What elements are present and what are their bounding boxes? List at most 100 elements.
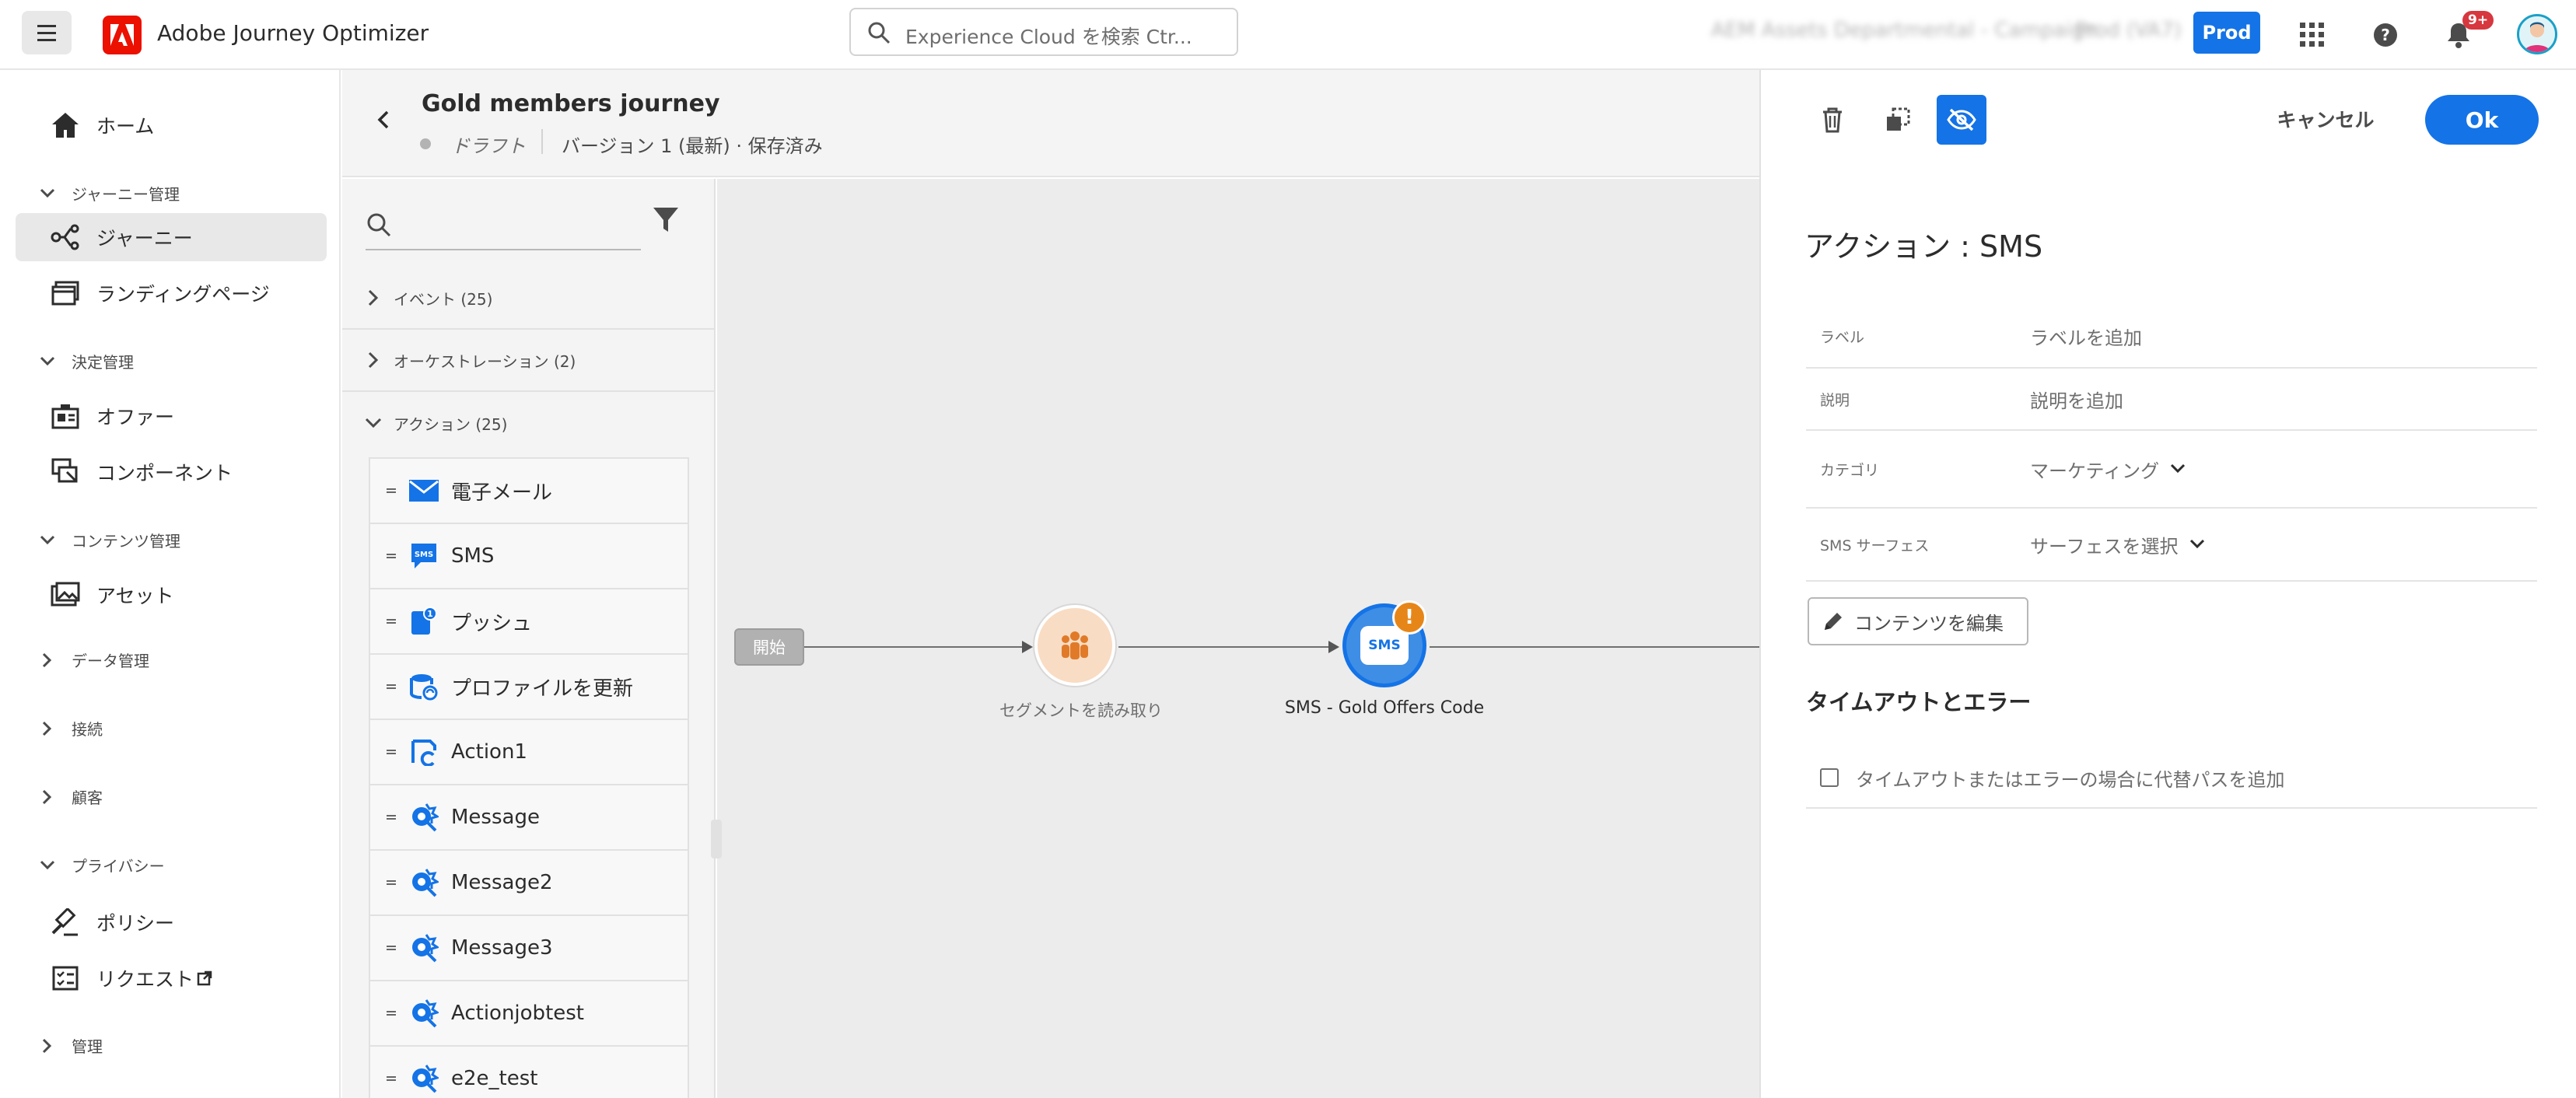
field-value[interactable]: サーフェスを選択 [2030, 531, 2205, 558]
journey-title[interactable]: Gold members journey [422, 90, 720, 117]
external-link-icon [197, 970, 212, 986]
nav-landing-pages[interactable]: ランディングページ [16, 269, 327, 317]
action-list: 電子メール SMS SMS 1 プッシュ プロファイルを更新 Action1 M… [369, 457, 689, 1098]
action-item[interactable]: 1 プッシュ [370, 589, 688, 655]
env-button[interactable]: Prod [2193, 12, 2260, 54]
offer-icon [48, 399, 82, 433]
duplicate-button[interactable] [1873, 95, 1923, 145]
nav-group-content[interactable]: コンテンツ管理 [37, 529, 180, 551]
journey-icon [48, 220, 82, 254]
field-key: ラベル [1820, 328, 1865, 346]
update-profile-icon [408, 670, 440, 703]
hide-toggle-button[interactable] [1937, 95, 1986, 145]
drag-handle-icon[interactable] [386, 945, 397, 951]
search-placeholder: Experience Cloud を検索 Ctr... [905, 26, 1192, 48]
drag-handle-icon[interactable] [386, 879, 397, 886]
nav-group-customers[interactable]: 顧客 [37, 785, 103, 808]
label-field[interactable]: ラベル ラベルを追加 [1806, 305, 2537, 369]
action-item[interactable]: Action1 [370, 720, 688, 785]
field-value[interactable]: ラベルを追加 [2030, 323, 2142, 350]
description-field[interactable]: 説明 説明を追加 [1806, 369, 2537, 431]
nav-offers[interactable]: オファー [16, 392, 327, 440]
action-item[interactable]: Message [370, 785, 688, 851]
palette-section-orchestration[interactable]: オーケストレーション (2) [342, 330, 714, 392]
journey-canvas[interactable] [717, 179, 1759, 1098]
category-value: マーケティング [2030, 460, 2160, 482]
drag-handle-icon[interactable] [386, 488, 397, 494]
nav-group-decision-label: 決定管理 [72, 353, 134, 372]
action-item[interactable]: SMS SMS [370, 524, 688, 589]
nav-components[interactable]: コンポーネント [16, 448, 327, 496]
action-item[interactable]: e2e_test [370, 1047, 688, 1098]
nav-group-decision[interactable]: 決定管理 [37, 350, 134, 372]
timeout-checkbox[interactable] [1820, 768, 1839, 787]
field-key: 説明 [1820, 391, 1850, 409]
palette-section-actions[interactable]: アクション (25) [342, 392, 714, 454]
drag-handle-icon[interactable] [386, 1075, 397, 1082]
nav-assets[interactable]: アセット [16, 571, 327, 619]
filter-icon[interactable] [652, 205, 680, 238]
nav-policies[interactable]: ポリシー [16, 898, 327, 946]
drag-handle-icon[interactable] [386, 553, 397, 559]
search-icon [367, 213, 391, 237]
apps-grid-icon[interactable] [2293, 16, 2332, 54]
nav-home-label: ホーム [96, 115, 155, 138]
action-item[interactable]: Message2 [370, 851, 688, 916]
nav-home[interactable]: ホーム [16, 101, 327, 149]
field-value[interactable]: マーケティング [2030, 456, 2186, 483]
warning-icon[interactable]: ! [1392, 600, 1426, 635]
nav-group-admin[interactable]: 管理 [37, 1034, 103, 1057]
message-icon [408, 997, 440, 1030]
adobe-logo-icon[interactable] [103, 16, 142, 54]
drag-handle-icon[interactable] [386, 618, 397, 624]
nav-group-journey[interactable]: ジャーニー管理 [37, 182, 180, 205]
nav-group-connections[interactable]: 接続 [37, 717, 103, 740]
nav-policies-label: ポリシー [96, 912, 175, 935]
drag-handle-icon[interactable] [386, 1010, 397, 1016]
palette-search-input[interactable] [366, 201, 641, 250]
timeout-checkbox-label[interactable]: タイムアウトまたはエラーの場合に代替パスを追加 [1856, 764, 2285, 792]
chevron-right-icon [364, 288, 383, 307]
visibility-off-icon [1947, 108, 1976, 131]
action-label: Message2 [451, 871, 553, 894]
org-name[interactable]: AEM Assets Departmental - Campaign [1711, 19, 2097, 42]
nav-group-privacy[interactable]: プライバシー [37, 854, 165, 876]
nav-journeys[interactable]: ジャーニー [16, 213, 327, 261]
action-label: Action1 [451, 740, 527, 764]
ok-button[interactable]: Ok [2425, 95, 2539, 145]
drag-handle-icon[interactable] [386, 684, 397, 690]
action-item[interactable]: プロファイルを更新 [370, 655, 688, 720]
help-icon[interactable]: ? [2366, 16, 2405, 54]
delete-button[interactable] [1808, 95, 1857, 145]
drag-handle-icon[interactable] [386, 814, 397, 820]
start-node[interactable]: 開始 [734, 628, 804, 666]
action-item[interactable]: 電子メール [370, 459, 688, 524]
nav-group-data[interactable]: データ管理 [37, 649, 149, 671]
timeout-alt-path-row[interactable]: タイムアウトまたはエラーの場合に代替パスを追加 [1806, 748, 2537, 809]
global-search-input[interactable]: Experience Cloud を検索 Ctr... [849, 8, 1238, 56]
category-select[interactable]: カテゴリ マーケティング [1806, 431, 2537, 509]
edge-sms-out [1430, 646, 1759, 648]
top-bar: Adobe Journey Optimizer Experience Cloud… [0, 0, 2576, 70]
user-avatar[interactable] [2517, 14, 2557, 54]
chevron-left-icon [377, 110, 389, 129]
drag-handle-icon[interactable] [386, 749, 397, 755]
sandbox-name[interactable]: Prod (VA7) [2075, 19, 2182, 42]
divider [541, 129, 543, 154]
sms-surface-select[interactable]: SMS サーフェス サーフェスを選択 [1806, 509, 2537, 582]
palette-resize-handle[interactable] [711, 820, 722, 858]
cancel-button[interactable]: キャンセル [2256, 95, 2396, 143]
action-item[interactable]: Message3 [370, 916, 688, 981]
palette-section-events[interactable]: イベント (25) [342, 268, 714, 330]
nav-requests[interactable]: リクエスト [16, 954, 327, 1002]
action-item[interactable]: Actionjobtest [370, 981, 688, 1047]
custom-action-icon [408, 736, 440, 768]
menu-toggle-button[interactable] [22, 11, 72, 54]
read-segment-node[interactable] [1034, 605, 1115, 686]
edit-content-button[interactable]: コンテンツを編集 [1808, 597, 2028, 645]
sms-icon: SMS [408, 540, 440, 572]
back-button[interactable] [376, 109, 392, 134]
app-title[interactable]: Adobe Journey Optimizer [157, 20, 429, 46]
field-value[interactable]: 説明を追加 [2030, 386, 2123, 413]
notifications-badge: 9+ [2462, 11, 2494, 30]
